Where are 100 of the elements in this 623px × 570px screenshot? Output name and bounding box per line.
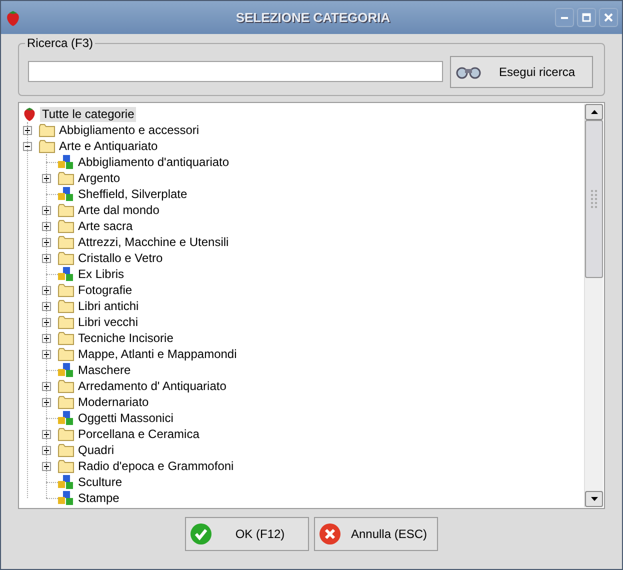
tree-item[interactable]: Abbigliamento d'antiquariato xyxy=(76,154,232,170)
window-title: SELEZIONE CATEGORIA xyxy=(236,8,390,27)
expand-toggle[interactable] xyxy=(42,302,51,310)
tree-item[interactable]: Quadri xyxy=(76,442,116,458)
blocks-icon xyxy=(58,410,74,426)
expand-toggle[interactable] xyxy=(42,206,51,214)
tree-item[interactable]: Abbigliamento e accessori xyxy=(57,122,202,138)
down-arrow-icon xyxy=(590,497,598,501)
expand-toggle[interactable] xyxy=(42,462,51,470)
minus-icon xyxy=(25,144,30,148)
tree-item[interactable]: Sheffield, Silverplate xyxy=(76,186,190,202)
scroll-up-button[interactable] xyxy=(585,104,603,120)
expand-toggle[interactable] xyxy=(42,238,51,246)
folder-icon xyxy=(58,460,74,472)
maximize-button[interactable] xyxy=(577,8,596,27)
blocks-icon xyxy=(58,154,74,170)
search-field[interactable] xyxy=(28,61,443,82)
tree-item[interactable]: Arte e Antiquariato xyxy=(57,138,160,154)
tree-item[interactable]: Arredamento d' Antiquariato xyxy=(76,378,228,394)
folder-icon xyxy=(58,252,74,264)
plus-icon xyxy=(44,464,49,468)
expand-toggle[interactable] xyxy=(42,334,51,342)
scroll-down-button[interactable] xyxy=(585,491,603,507)
expand-toggle[interactable] xyxy=(42,382,51,390)
folder-icon xyxy=(58,428,74,440)
folder-icon xyxy=(58,220,74,232)
collapse-toggle[interactable] xyxy=(23,142,32,150)
tree-item[interactable]: Libri antichi xyxy=(76,298,141,314)
tree-item[interactable]: Radio d'epoca e Grammofoni xyxy=(76,458,236,474)
folder-icon xyxy=(58,204,74,216)
expand-toggle[interactable] xyxy=(42,174,51,182)
tree-item[interactable]: Maschere xyxy=(76,362,133,378)
expand-toggle[interactable] xyxy=(42,398,51,406)
plus-icon xyxy=(44,240,49,244)
folder-icon xyxy=(39,124,55,136)
tree-item[interactable]: Cristallo e Vetro xyxy=(76,250,165,266)
tree-item[interactable]: Tutte le categorie xyxy=(40,106,136,122)
ok-button[interactable]: OK (F12) xyxy=(185,517,309,551)
strawberry-icon xyxy=(5,8,21,26)
blocks-icon xyxy=(58,266,74,282)
plus-icon xyxy=(44,400,49,404)
tree-item[interactable]: Tecniche Incisorie xyxy=(76,330,176,346)
folder-icon xyxy=(58,380,74,392)
plus-icon xyxy=(44,448,49,452)
plus-icon xyxy=(44,336,49,340)
tree-item[interactable]: Mappe, Atlanti e Mappamondi xyxy=(76,346,239,362)
plus-icon xyxy=(44,384,49,388)
scroll-thumb[interactable] xyxy=(585,120,603,278)
scrollbar[interactable] xyxy=(584,104,603,507)
plus-icon xyxy=(44,224,49,228)
folder-icon xyxy=(58,348,74,360)
expand-toggle[interactable] xyxy=(23,126,32,134)
plus-icon xyxy=(44,256,49,260)
binoculars-icon xyxy=(456,64,482,78)
minimize-button[interactable] xyxy=(555,8,574,27)
tree-item[interactable]: Arte sacra xyxy=(76,218,135,234)
minimize-icon xyxy=(561,16,568,18)
expand-toggle[interactable] xyxy=(42,350,51,358)
tree-item[interactable]: Ex Libris xyxy=(76,266,126,282)
tree-item[interactable]: Attrezzi, Macchine e Utensili xyxy=(76,234,231,250)
maximize-icon xyxy=(582,13,591,22)
blocks-icon xyxy=(58,474,74,490)
folder-icon xyxy=(58,316,74,328)
tree-item[interactable]: Libri vecchi xyxy=(76,314,140,330)
expand-toggle[interactable] xyxy=(42,446,51,454)
folder-icon xyxy=(39,140,55,152)
tree-item[interactable]: Oggetti Massonici xyxy=(76,410,176,426)
blocks-icon xyxy=(58,362,74,378)
tree-item[interactable]: Porcellana e Ceramica xyxy=(76,426,202,442)
tree-item[interactable]: Sculture xyxy=(76,474,124,490)
folder-icon xyxy=(58,444,74,456)
folder-icon xyxy=(58,396,74,408)
folder-icon xyxy=(58,332,74,344)
plus-icon xyxy=(44,208,49,212)
expand-toggle[interactable] xyxy=(42,430,51,438)
close-button[interactable] xyxy=(599,8,618,27)
plus-icon xyxy=(44,176,49,180)
tree-item[interactable]: Fotografie xyxy=(76,282,134,298)
expand-toggle[interactable] xyxy=(42,222,51,230)
blocks-icon xyxy=(58,490,74,506)
search-button[interactable]: Esegui ricerca xyxy=(450,56,593,88)
plus-icon xyxy=(44,352,49,356)
expand-toggle[interactable] xyxy=(42,318,51,326)
folder-icon xyxy=(58,172,74,184)
expand-toggle[interactable] xyxy=(42,254,51,262)
folder-icon xyxy=(58,236,74,248)
expand-toggle[interactable] xyxy=(42,286,51,294)
plus-icon xyxy=(44,288,49,292)
tree-item[interactable]: Argento xyxy=(76,170,122,186)
up-arrow-icon xyxy=(590,110,598,114)
cancel-button[interactable]: Annulla (ESC) xyxy=(314,517,438,551)
tree-item[interactable]: Modernariato xyxy=(76,394,151,410)
close-icon xyxy=(604,13,613,22)
tree-item[interactable]: Arte dal mondo xyxy=(76,202,162,218)
folder-icon xyxy=(58,284,74,296)
cancel-icon xyxy=(319,523,341,545)
check-icon xyxy=(190,523,212,545)
plus-icon xyxy=(44,432,49,436)
tree-item[interactable]: Stampe xyxy=(76,490,122,506)
group-label: Ricerca (F3) xyxy=(25,36,96,50)
